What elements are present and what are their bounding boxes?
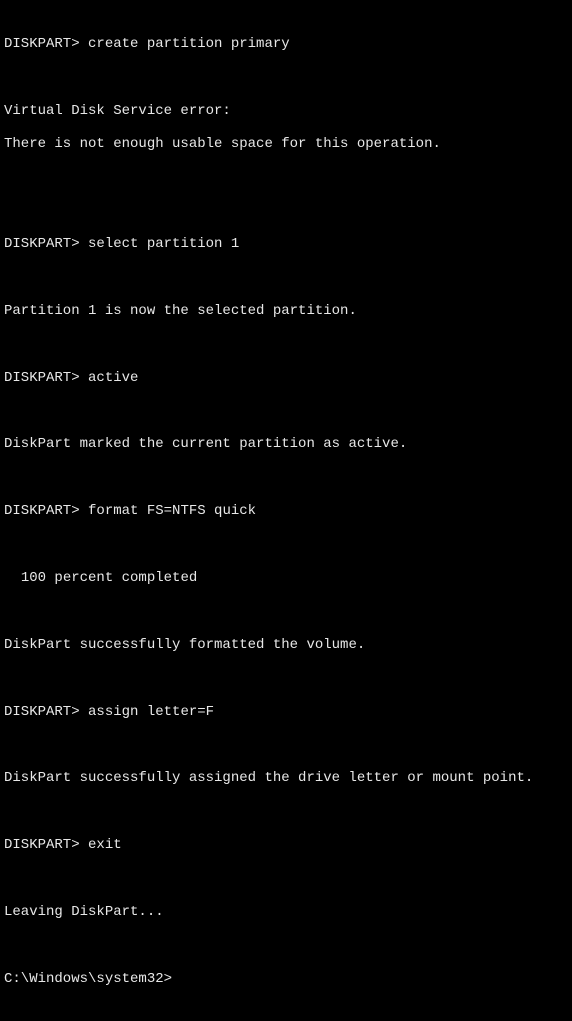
blank-line <box>4 204 568 220</box>
cmd-line-select-partition: DISKPART> select partition 1 <box>4 237 568 253</box>
diskpart-prompt: DISKPART> <box>4 236 80 252</box>
cmd-line-exit: DISKPART> exit <box>4 838 568 854</box>
cmd-line-assign: DISKPART> assign letter=F <box>4 705 568 721</box>
blank-line <box>4 271 568 287</box>
diskpart-prompt: DISKPART> <box>4 837 80 853</box>
command-text: assign letter=F <box>88 704 214 720</box>
output-percent: 100 percent completed <box>4 571 568 587</box>
output-leaving: Leaving DiskPart... <box>4 905 568 921</box>
output-format-result: DiskPart successfully formatted the volu… <box>4 638 568 654</box>
blank-line <box>4 872 568 888</box>
blank-line <box>4 404 568 420</box>
command-text: create partition primary <box>88 36 290 52</box>
output-assign-result: DiskPart successfully assigned the drive… <box>4 771 568 787</box>
blank-line <box>4 70 568 86</box>
cursor <box>172 973 180 987</box>
cmd-line-format: DISKPART> format FS=NTFS quick <box>4 504 568 520</box>
blank-line <box>4 337 568 353</box>
blank-line <box>4 538 568 554</box>
output-error-msg: There is not enough usable space for thi… <box>4 137 568 153</box>
blank-line <box>4 671 568 687</box>
blank-line <box>4 170 568 186</box>
diskpart-prompt: DISKPART> <box>4 503 80 519</box>
command-text: active <box>88 370 138 386</box>
blank-line <box>4 738 568 754</box>
cmd-line-system32[interactable]: C:\Windows\system32> <box>4 972 568 988</box>
diskpart-prompt: DISKPART> <box>4 36 80 52</box>
cmd-line-create-partition: DISKPART> create partition primary <box>4 37 568 53</box>
system32-prompt: C:\Windows\system32> <box>4 971 172 987</box>
cmd-line-active: DISKPART> active <box>4 371 568 387</box>
command-text: exit <box>88 837 122 853</box>
diskpart-prompt: DISKPART> <box>4 370 80 386</box>
command-text: select partition 1 <box>88 236 239 252</box>
blank-line <box>4 938 568 954</box>
command-text: format FS=NTFS quick <box>88 503 256 519</box>
blank-line <box>4 604 568 620</box>
blank-line <box>4 805 568 821</box>
diskpart-prompt: DISKPART> <box>4 704 80 720</box>
blank-line <box>4 471 568 487</box>
output-selected: Partition 1 is now the selected partitio… <box>4 304 568 320</box>
output-active-result: DiskPart marked the current partition as… <box>4 437 568 453</box>
terminal-window[interactable]: DISKPART> create partition primary Virtu… <box>4 6 568 1021</box>
output-error-header: Virtual Disk Service error: <box>4 104 568 120</box>
